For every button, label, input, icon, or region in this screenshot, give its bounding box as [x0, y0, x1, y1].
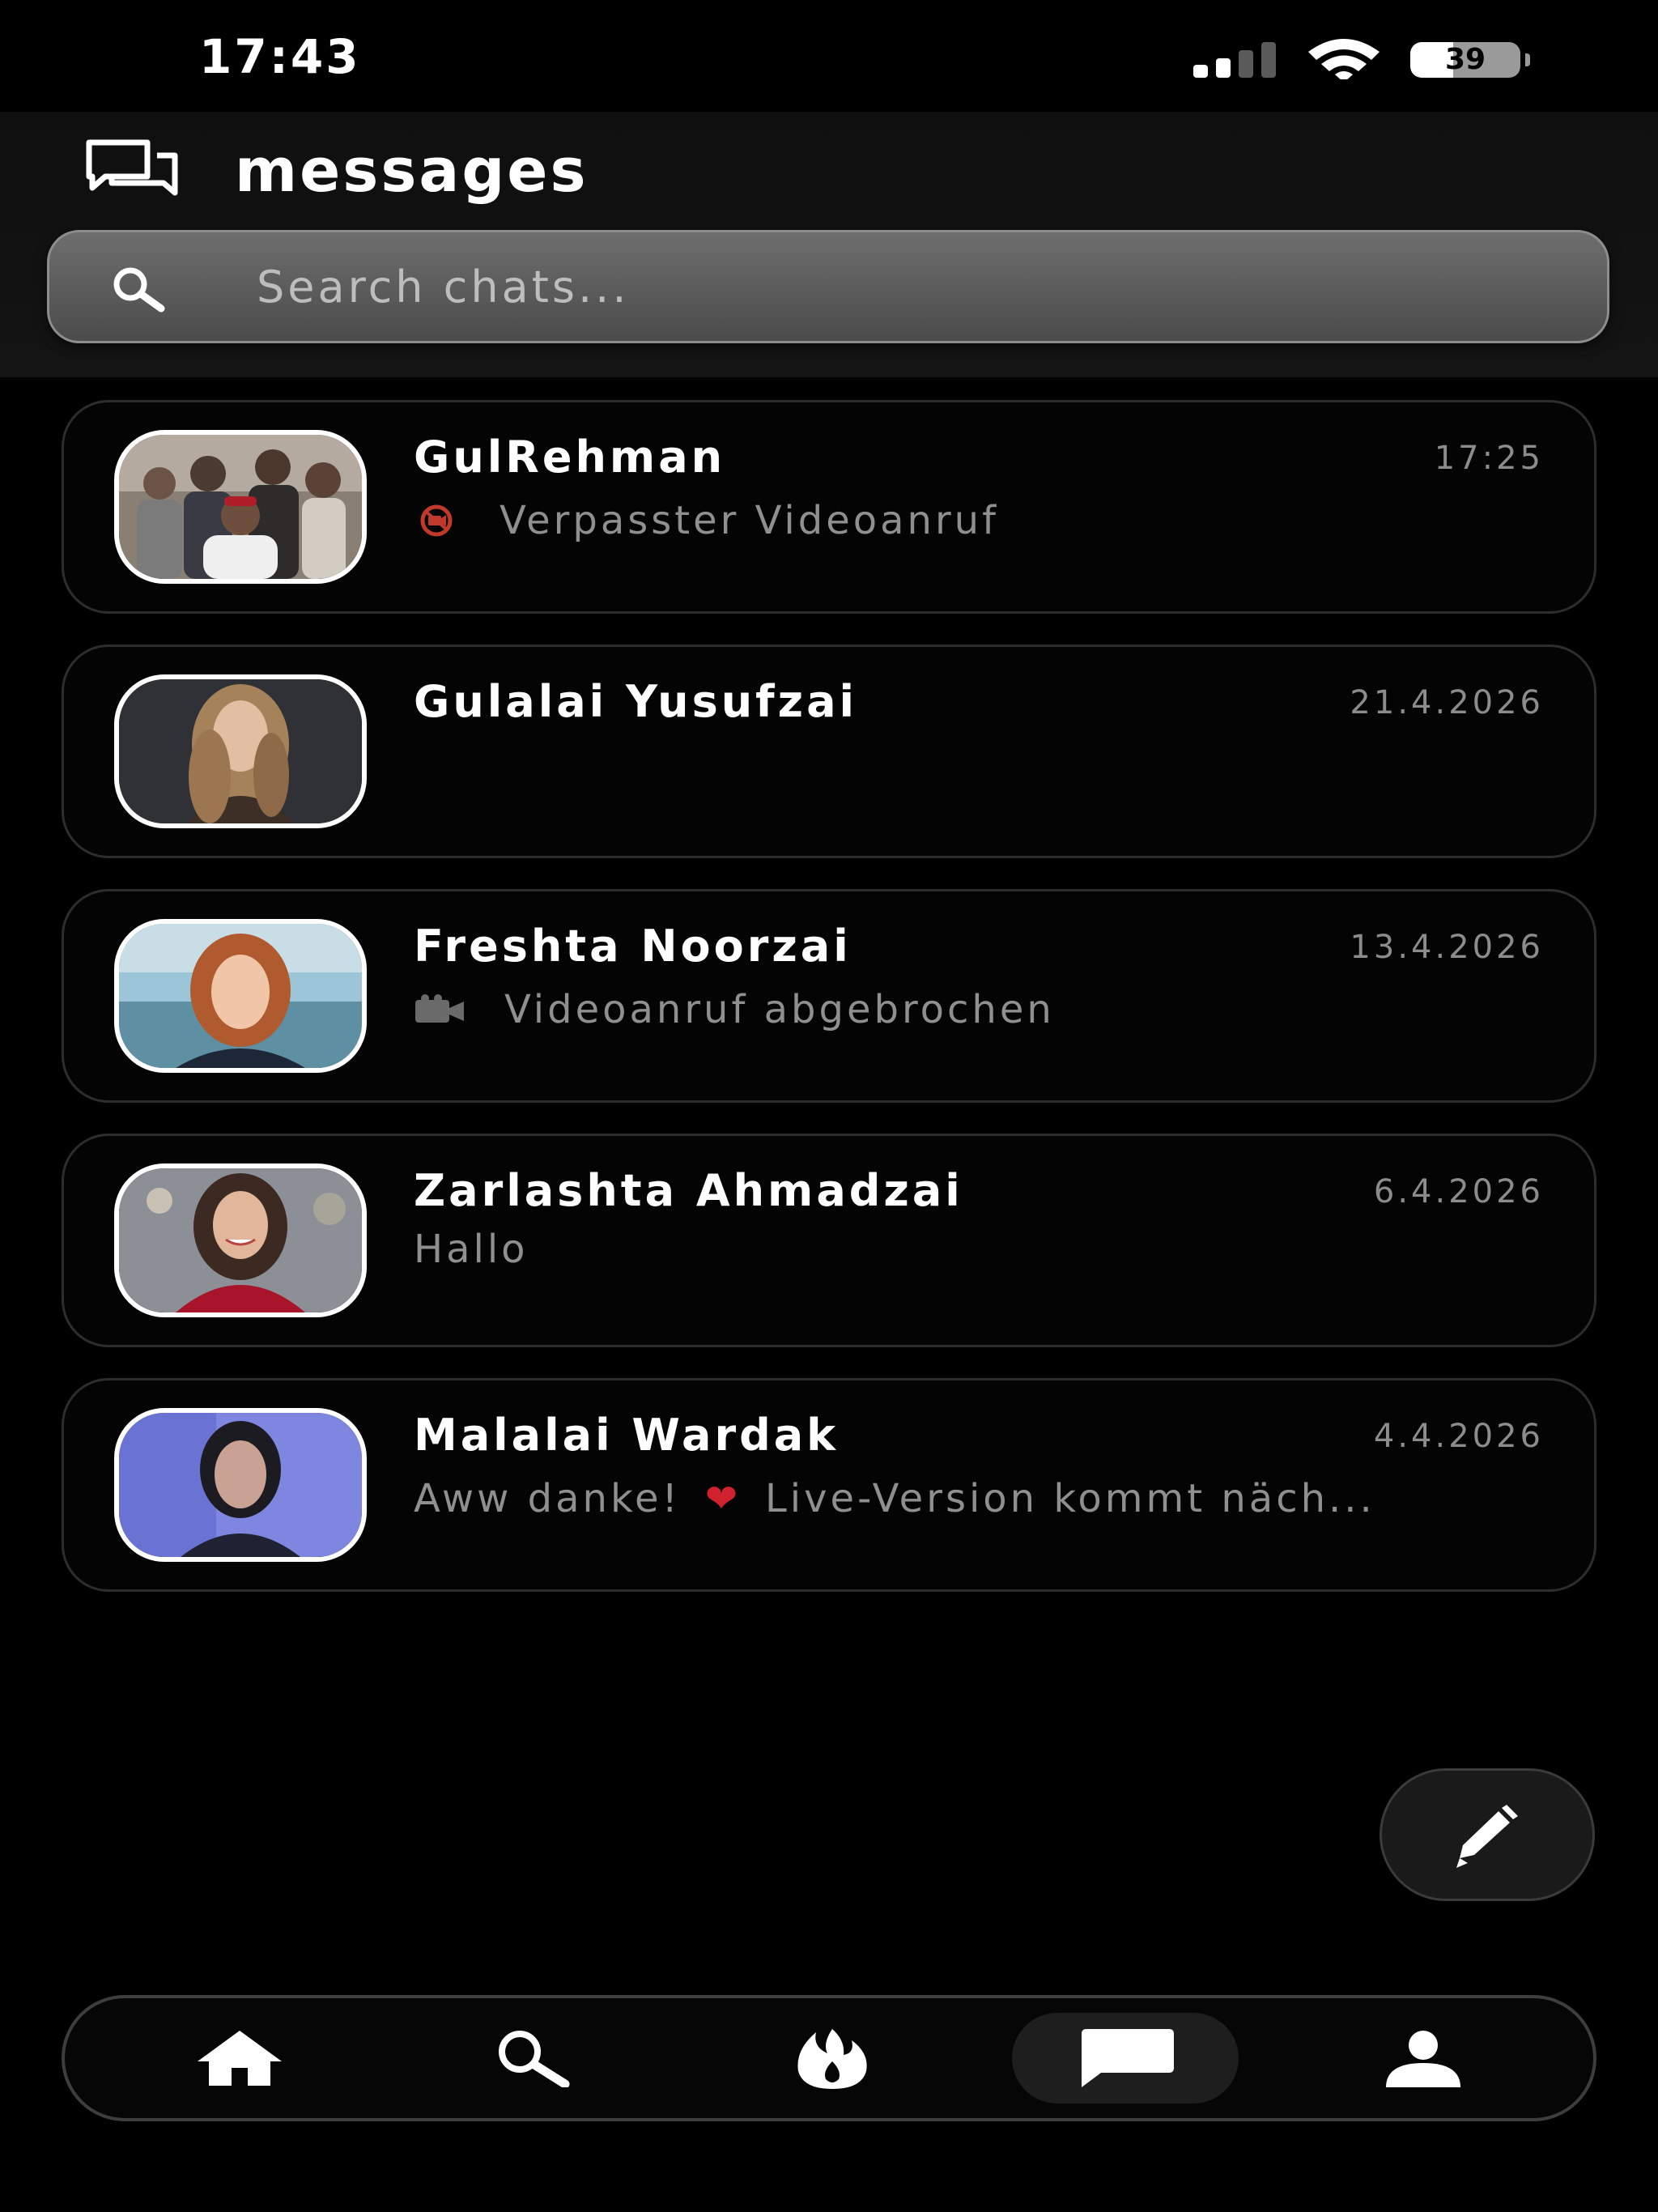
missed-video-call-icon: [420, 504, 453, 537]
heart-emoji: ❤: [704, 1476, 742, 1521]
chat-preview-text: Verpasster Videoanruf: [500, 498, 999, 543]
chat-item-malalai-wardak[interactable]: Malalai Wardak 4.4.2026 Aww danke! ❤ Live-…: [62, 1378, 1596, 1592]
chat-name: Malalai Wardak: [414, 1410, 840, 1461]
chat-time: 17:25: [1434, 440, 1544, 477]
chat-name: Zarlashta Ahmadzai: [414, 1165, 963, 1216]
nav-live[interactable]: [719, 2013, 946, 2104]
chat-name: Gulalai Yusufzai: [414, 676, 858, 727]
nav-messages[interactable]: [1012, 2013, 1239, 2104]
chat-name: Freshta Noorzai: [414, 921, 852, 972]
chat-preview-text: Live-Version kommt näch...: [765, 1476, 1375, 1521]
avatar: [114, 674, 367, 828]
search-icon: [113, 267, 165, 313]
header: messages: [0, 112, 1658, 377]
avatar: [114, 919, 367, 1073]
bottom-nav: [62, 1995, 1596, 2121]
battery-level: 39: [1444, 43, 1486, 76]
status-bar: 17:43 39: [0, 0, 1658, 112]
avatar: [114, 1163, 367, 1317]
nav-profile[interactable]: [1310, 2013, 1537, 2104]
chat-preview: Verpasster Videoanruf: [414, 498, 1531, 543]
avatar: [114, 1408, 367, 1562]
chat-preview: Hallo: [414, 1227, 529, 1272]
cellular-signal-icon: [1193, 42, 1276, 78]
video-camera-icon: [415, 994, 464, 1023]
page-title: messages: [235, 136, 589, 206]
chat-preview-text: Videoanruf abgebrochen: [504, 987, 1055, 1032]
search-input[interactable]: [257, 257, 1552, 317]
chat-preview-text: Aww danke!: [414, 1476, 681, 1521]
compose-button[interactable]: [1380, 1768, 1595, 1901]
battery-icon: 39: [1410, 42, 1532, 78]
avatar: [114, 430, 367, 584]
chat-item-freshta-noorzai[interactable]: Freshta Noorzai 13.4.2026 Videoanruf abg…: [62, 889, 1596, 1103]
chat-name: GulRehman: [414, 432, 726, 483]
chat-item-zarlashta-ahmadzai[interactable]: Zarlashta Ahmadzai 6.4.2026 Hallo: [62, 1134, 1596, 1347]
live-flame-icon: [797, 2029, 867, 2089]
chat-icon: [1082, 2029, 1174, 2087]
chat-preview: Videoanruf abgebrochen: [414, 987, 1531, 1032]
wifi-icon: [1308, 39, 1380, 79]
pencil-icon: [1456, 1805, 1518, 1868]
search-bar[interactable]: [47, 230, 1609, 343]
chat-item-gulalai-yusufzai[interactable]: Gulalai Yusufzai 21.4.2026: [62, 644, 1596, 858]
chat-time: 4.4.2026: [1373, 1418, 1544, 1455]
chat-preview: Aww danke! ❤ Live-Version kommt näch...: [414, 1476, 1531, 1521]
home-icon: [198, 2031, 282, 2086]
nav-search[interactable]: [419, 2013, 646, 2104]
search-icon: [499, 2031, 570, 2087]
chat-time: 6.4.2026: [1373, 1173, 1544, 1210]
status-time: 17:43: [199, 29, 361, 84]
chat-time: 13.4.2026: [1350, 929, 1544, 966]
nav-home[interactable]: [126, 2013, 353, 2104]
chat-time: 21.4.2026: [1350, 684, 1544, 721]
chat-item-gulrehman[interactable]: GulRehman 17:25 Verpasster Videoanruf: [62, 400, 1596, 614]
chat-list: GulRehman 17:25 Verpasster Videoanruf Gu…: [62, 400, 1596, 1623]
chat-bubbles-icon: [86, 139, 178, 196]
profile-icon: [1386, 2031, 1460, 2087]
